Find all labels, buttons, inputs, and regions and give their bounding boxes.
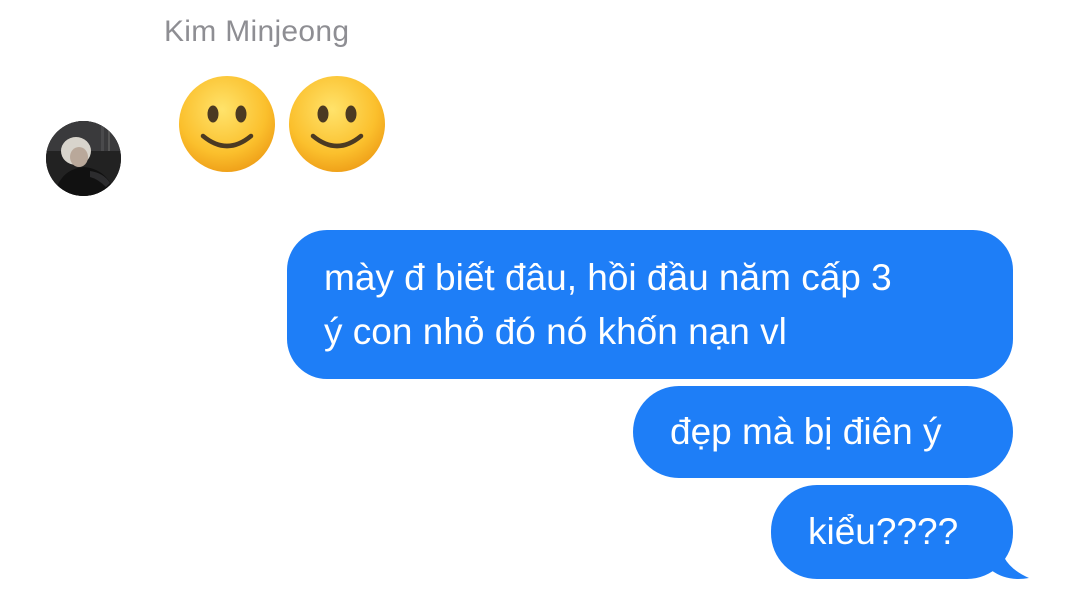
message-text-line: mày đ biết đâu, hồi đầu năm cấp 3	[324, 257, 892, 298]
bubble-tail-icon	[985, 540, 1031, 582]
sent-message-bubble[interactable]: đẹp mà bị điên ý	[633, 386, 1013, 478]
received-emoji-message[interactable]	[176, 74, 388, 174]
sent-message-bubble[interactable]: kiểu????	[771, 485, 1013, 579]
message-text-line: đẹp mà bị điên ý	[670, 411, 942, 452]
avatar-photo	[46, 121, 121, 196]
message-text-line: kiểu????	[808, 511, 959, 552]
message-text-line: ý con nhỏ đó nó khốn nạn vl	[324, 311, 787, 352]
slightly-smiling-face-emoji	[176, 74, 278, 174]
slightly-smiling-face-emoji	[286, 74, 388, 174]
sent-message-bubble[interactable]: mày đ biết đâu, hồi đầu năm cấp 3 ý con …	[287, 230, 1013, 379]
sender-name: Kim Minjeong	[164, 15, 350, 48]
avatar[interactable]	[46, 121, 121, 196]
